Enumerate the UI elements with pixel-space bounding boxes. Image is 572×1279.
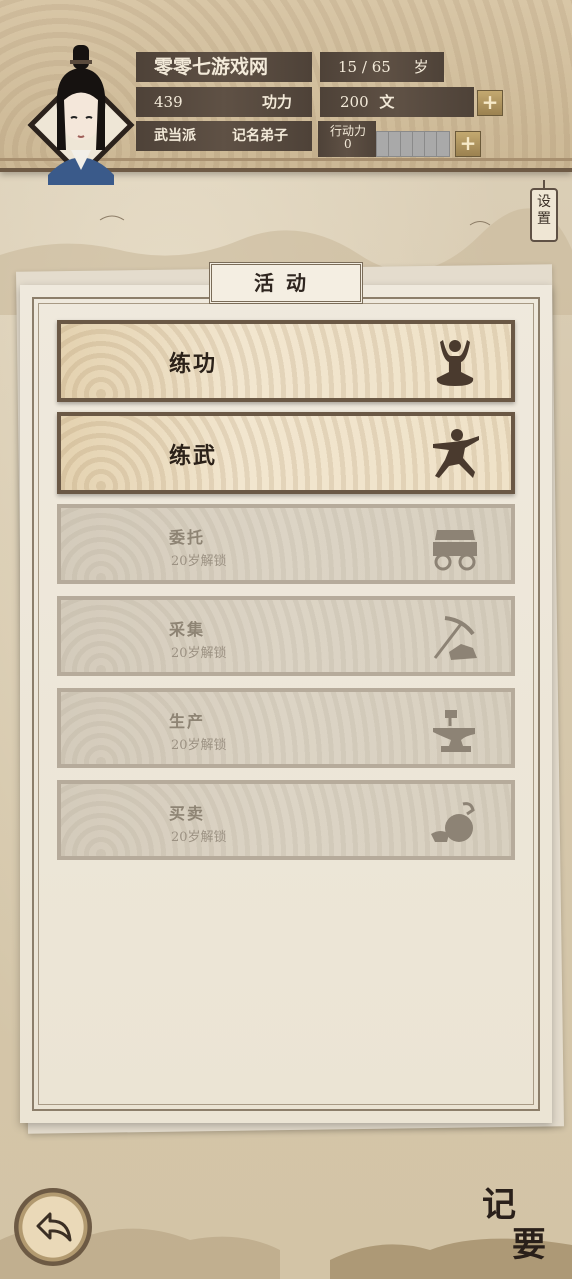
settings-label-2: 置 xyxy=(537,211,551,227)
add-action-points-button[interactable]: + xyxy=(455,131,481,157)
notes-button[interactable]: 记 要 xyxy=(482,1185,562,1275)
unlock-hint: 20岁解锁 xyxy=(171,830,227,845)
settings-label-1: 设 xyxy=(537,194,551,210)
activity-practice-martial-button[interactable]: 练武 xyxy=(57,412,515,494)
action-value: 0 xyxy=(344,137,352,151)
unlock-hint: 20岁解锁 xyxy=(171,738,227,753)
settings-button[interactable]: 设 置 xyxy=(530,180,558,242)
money-value: 200 xyxy=(340,93,369,111)
activity-trade-button[interactable]: 买卖 20岁解锁 xyxy=(57,780,515,860)
notes-char-2: 要 xyxy=(512,1225,546,1265)
martial-stance-icon xyxy=(433,429,479,478)
activity-label: 练武 xyxy=(169,443,218,469)
unlock-hint: 20岁解锁 xyxy=(171,646,227,661)
age-unit: 岁 xyxy=(413,58,429,76)
add-money-button[interactable]: + xyxy=(477,90,503,116)
name-bar: 零零七游戏网 xyxy=(136,52,312,82)
action-label: 行动力 xyxy=(330,124,367,138)
activity-label: 买卖 xyxy=(169,804,206,823)
back-button[interactable] xyxy=(14,1188,92,1266)
power-label: 功力 xyxy=(262,93,293,111)
activity-production-button[interactable]: 生产 20岁解锁 xyxy=(57,688,515,768)
age-max: 65 xyxy=(371,58,391,76)
back-arrow-icon xyxy=(36,1212,72,1242)
disciple-rank: 记名弟子 xyxy=(232,128,288,144)
activity-label: 采集 xyxy=(169,620,206,639)
power-bar: 439 功力 xyxy=(136,87,312,117)
action-points-bar: 行动力 0 xyxy=(318,121,376,157)
activity-label: 练功 xyxy=(169,351,218,377)
activity-commission-button[interactable]: 委托 20岁解锁 xyxy=(57,504,515,584)
anvil-icon xyxy=(433,710,475,752)
unlock-hint: 20岁解锁 xyxy=(171,554,227,569)
meditation-icon xyxy=(436,340,474,386)
notes-char-1: 记 xyxy=(482,1185,516,1225)
cart-icon xyxy=(433,530,477,571)
activity-label: 委托 xyxy=(169,528,206,547)
age-current: 15 xyxy=(338,58,358,76)
power-value: 439 xyxy=(154,93,183,111)
money-bar: 200 文 xyxy=(320,87,474,117)
activity-gather-button[interactable]: 采集 20岁解锁 xyxy=(57,596,515,676)
pickaxe-icon xyxy=(433,616,477,660)
sect-bar: 武当派 记名弟子 xyxy=(136,121,312,151)
action-slot xyxy=(436,131,450,157)
player-name: 零零七游戏网 xyxy=(154,56,269,78)
panel-title: 活动 xyxy=(209,262,363,304)
money-unit: 文 xyxy=(379,93,395,111)
player-avatar[interactable] xyxy=(26,40,136,185)
activity-practice-neigong-button[interactable]: 练功 xyxy=(57,320,515,402)
sect-name: 武当派 xyxy=(154,128,196,144)
age-bar: 15 / 65 岁 xyxy=(320,52,444,82)
money-bag-icon xyxy=(431,802,475,842)
activity-label: 生产 xyxy=(169,712,206,731)
